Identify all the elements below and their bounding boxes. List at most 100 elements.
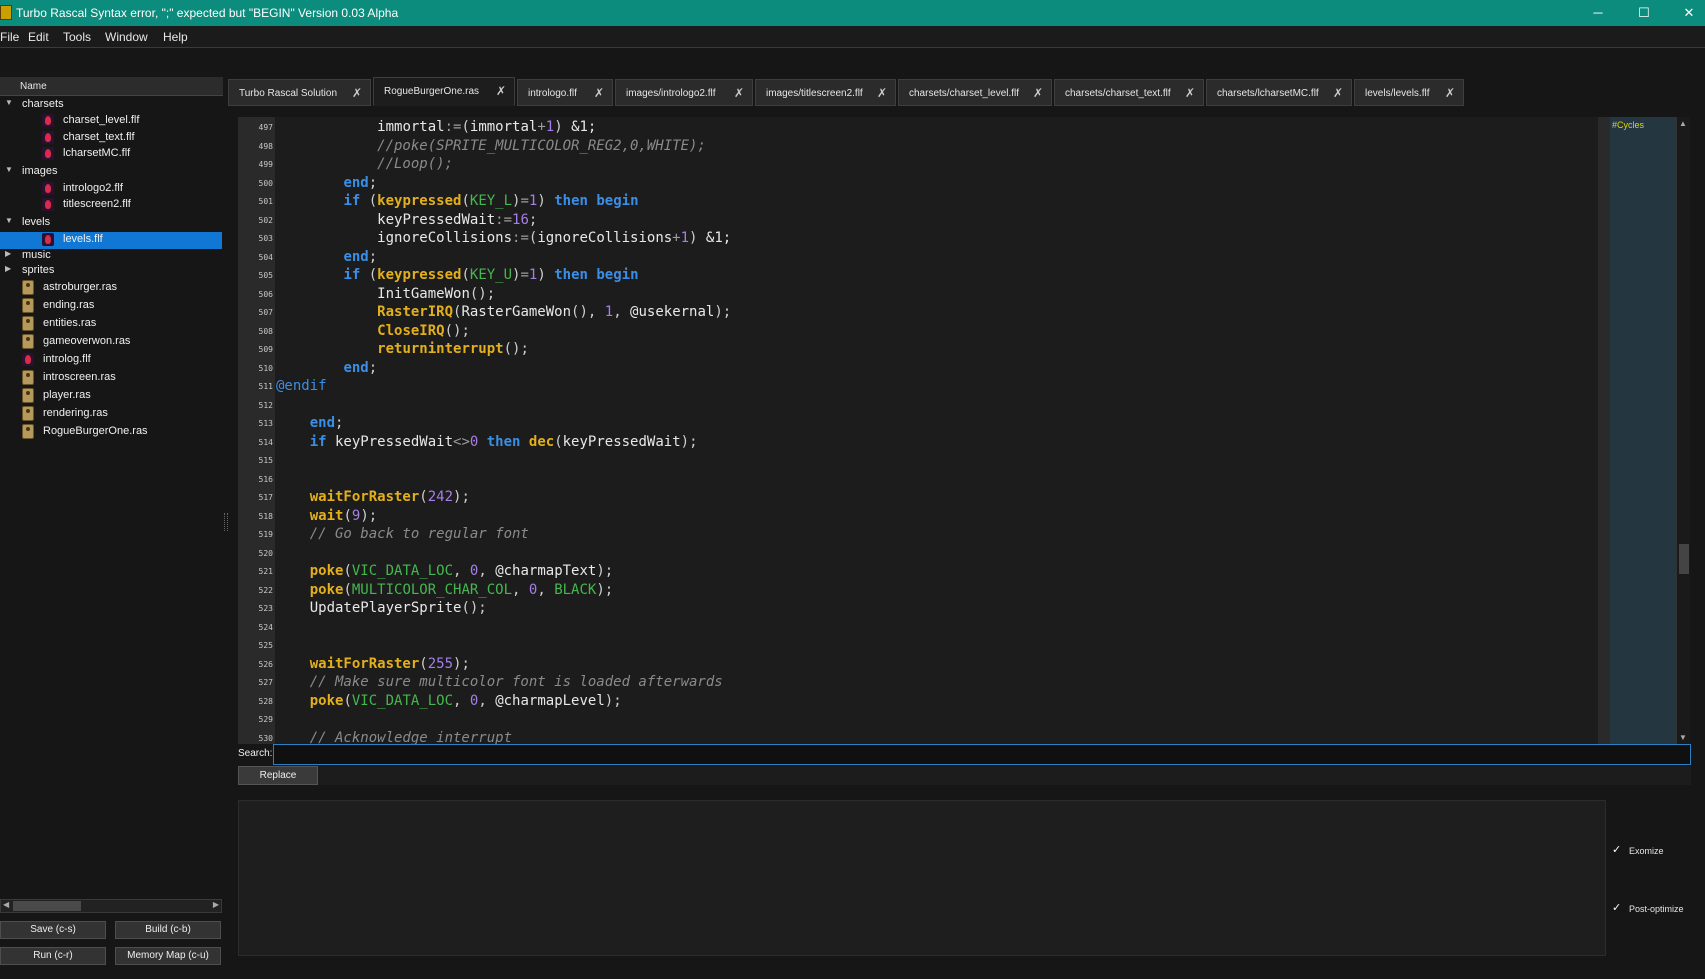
save-button[interactable]: Save (c-s) — [0, 921, 106, 939]
code-line: RasterIRQ(RasterGameWon(), 1, @usekernal… — [276, 304, 731, 320]
expand-arrow-icon[interactable]: ▼ — [5, 98, 17, 107]
tree-file-levels-flf[interactable]: levels.flf — [0, 232, 222, 249]
tree-horizontal-scrollbar[interactable]: ◀ ▶ — [0, 899, 222, 913]
code-token: if — [343, 267, 361, 283]
tab-charsets-charset-level-flf[interactable]: charsets/charset_level.flf ✗ — [898, 79, 1052, 106]
scrollbar-thumb[interactable] — [1679, 544, 1689, 574]
code-line: end; — [276, 249, 377, 265]
search-input[interactable] — [273, 744, 1691, 765]
tree-file-rendering-ras[interactable]: rendering.ras — [0, 406, 222, 423]
output-console[interactable] — [238, 800, 1606, 956]
tab-close-icon[interactable]: ✗ — [1445, 86, 1455, 100]
tree-item-label: levels — [22, 216, 51, 228]
expand-arrow-icon[interactable]: ▼ — [5, 165, 17, 174]
code-token: UpdatePlayerSprite — [309, 600, 462, 616]
code-token: ( — [461, 193, 470, 209]
line-number: 506 — [258, 289, 273, 299]
code-token: ( — [360, 267, 378, 283]
tree-file-charset-text-flf[interactable]: charset_text.flf — [0, 130, 222, 147]
close-button[interactable]: ✕ — [1666, 0, 1705, 26]
tab-levels-levels-flf[interactable]: levels/levels.flf ✗ — [1354, 79, 1464, 106]
tree-folder-charsets[interactable]: ▼ charsets — [0, 97, 222, 114]
code-token: 1 — [545, 119, 555, 135]
tab-close-icon[interactable]: ✗ — [496, 84, 506, 98]
tree-file-intrologo2-flf[interactable]: intrologo2.flf — [0, 181, 222, 198]
code-token: ( — [419, 489, 428, 505]
code-token: <> — [453, 433, 470, 450]
tree-file-introlog-flf[interactable]: introlog.flf — [0, 352, 222, 369]
code-token: MULTICOLOR_CHAR_COL — [351, 581, 513, 598]
code-token: KEY_L — [469, 193, 513, 209]
tab-close-icon[interactable]: ✗ — [734, 86, 744, 100]
menu-edit[interactable]: Edit — [28, 30, 49, 44]
code-token: end — [343, 248, 369, 265]
checkmark-icon: ✓ — [1612, 902, 1622, 914]
tab-close-icon[interactable]: ✗ — [594, 86, 604, 100]
tree-item-label: astroburger.ras — [43, 281, 117, 293]
line-number: 530 — [258, 733, 273, 743]
code-token: (); — [444, 322, 470, 339]
line-number: 508 — [258, 326, 273, 336]
code-editor[interactable]: 497 498 499 500 501 502 503 504 505 506 507 508 509 5… — [238, 117, 1598, 744]
tab-charsets-lcharsetmc-flf[interactable]: charsets/lcharsetMC.flf ✗ — [1206, 79, 1352, 106]
line-number: 516 — [258, 474, 273, 484]
collapse-arrow-icon[interactable]: ▶ — [5, 249, 17, 258]
scroll-up-icon[interactable]: ▲ — [1679, 119, 1687, 128]
panel-splitter-handle[interactable] — [224, 513, 228, 531]
tab-close-icon[interactable]: ✗ — [1333, 86, 1343, 100]
code-token: if — [343, 193, 361, 209]
tree-file-titlescreen2-flf[interactable]: titlescreen2.flf — [0, 197, 222, 214]
tree-folder-sprites[interactable]: ▶ sprites — [0, 263, 222, 280]
tree-file-charset-level-flf[interactable]: charset_level.flf — [0, 113, 222, 130]
minimize-button[interactable]: ─ — [1575, 0, 1621, 26]
collapse-arrow-icon[interactable]: ▶ — [5, 264, 17, 273]
replace-button[interactable]: Replace — [238, 766, 318, 785]
tree-header[interactable]: Name — [0, 77, 223, 96]
scroll-right-icon[interactable]: ▶ — [213, 900, 219, 909]
scrollbar-thumb[interactable] — [13, 901, 81, 911]
tree-file-gameoverwon-ras[interactable]: gameoverwon.ras — [0, 334, 222, 351]
line-number: 525 — [258, 641, 273, 650]
tab-turbo-rascal-solution[interactable]: Turbo Rascal Solution ✗ — [228, 79, 371, 106]
tab-intrologo-flf[interactable]: intrologo.flf ✗ — [517, 79, 613, 106]
tab-close-icon[interactable]: ✗ — [352, 86, 362, 100]
menu-help[interactable]: Help — [163, 30, 188, 44]
tab-close-icon[interactable]: ✗ — [1185, 86, 1195, 100]
memory-map-button[interactable]: Memory Map (c-u) — [115, 947, 221, 965]
tree-folder-images[interactable]: ▼ images — [0, 164, 222, 181]
scroll-down-icon[interactable]: ▼ — [1679, 733, 1687, 742]
tree-file-entities-ras[interactable]: entities.ras — [0, 316, 222, 333]
tree-item-label: titlescreen2.flf — [63, 198, 131, 210]
code-line: end; — [276, 415, 344, 431]
tree-file-rogueburgerone-ras[interactable]: RogueBurgerOne.ras — [0, 424, 222, 441]
menu-file[interactable]: File — [0, 30, 19, 44]
ras-file-icon — [22, 388, 34, 403]
tab-rogueburgerone-ras[interactable]: RogueBurgerOne.ras ✗ — [373, 77, 515, 106]
code-token: 255 — [427, 655, 454, 672]
editor-vertical-scrollbar[interactable]: ▲ ▼ — [1676, 117, 1690, 744]
flf-file-icon — [22, 353, 34, 366]
tree-folder-levels[interactable]: ▼ levels — [0, 215, 222, 232]
tree-file-introscreen-ras[interactable]: introscreen.ras — [0, 370, 222, 387]
ras-file-icon — [22, 298, 34, 313]
tree-file-player-ras[interactable]: player.ras — [0, 388, 222, 405]
maximize-button[interactable]: ☐ — [1621, 0, 1667, 26]
ras-file-icon — [22, 280, 34, 295]
tree-file-lcharsetmc-flf[interactable]: lcharsetMC.flf — [0, 146, 222, 163]
expand-arrow-icon[interactable]: ▼ — [5, 216, 17, 225]
tab-charsets-charset-text-flf[interactable]: charsets/charset_text.flf ✗ — [1054, 79, 1204, 106]
tree-file-ending-ras[interactable]: ending.ras — [0, 298, 222, 315]
tab-close-icon[interactable]: ✗ — [877, 86, 887, 100]
build-button[interactable]: Build (c-b) — [115, 921, 221, 939]
tab-images-titlescreen2-flf[interactable]: images/titlescreen2.flf ✗ — [755, 79, 896, 106]
menu-tools[interactable]: Tools — [63, 30, 91, 44]
tree-item-label: charset_text.flf — [63, 131, 135, 143]
run-button[interactable]: Run (c-r) — [0, 947, 106, 965]
menu-window[interactable]: Window — [105, 30, 148, 44]
tab-close-icon[interactable]: ✗ — [1033, 86, 1043, 100]
code-token: @charmapText — [495, 563, 597, 579]
code-token: ); — [596, 563, 614, 579]
scroll-left-icon[interactable]: ◀ — [3, 900, 9, 909]
tab-images-intrologo2-flf[interactable]: images/intrologo2.flf ✗ — [615, 79, 753, 106]
tree-file-astroburger-ras[interactable]: astroburger.ras — [0, 280, 222, 297]
